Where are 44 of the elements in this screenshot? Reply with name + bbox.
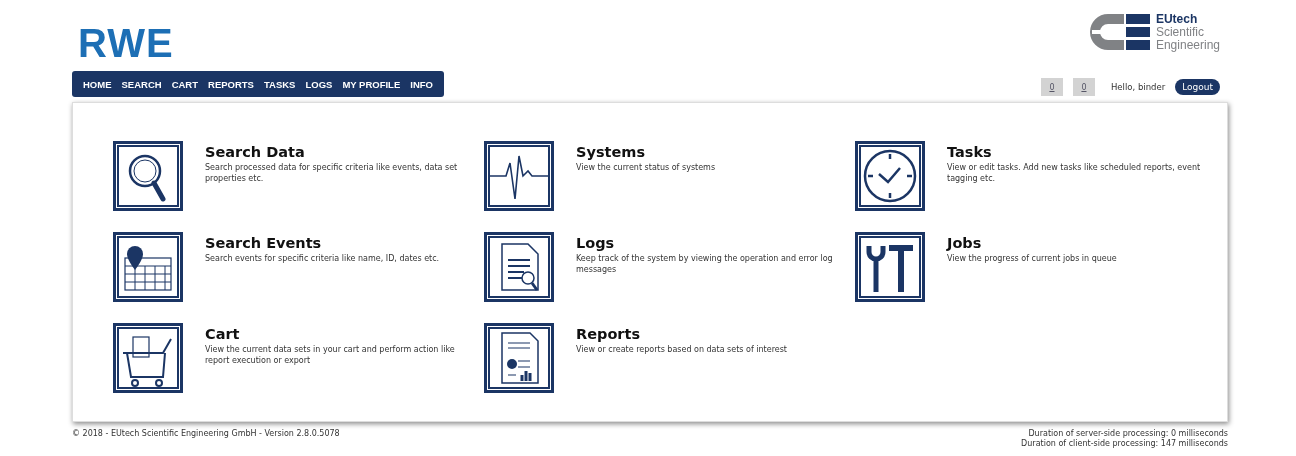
tile-description: Search events for specific criteria like name, ID, dates etc. [205, 253, 441, 264]
partner-name: EUtech [1155, 12, 1199, 26]
tile-description: Keep track of the system by viewing the operation and error log messages [576, 253, 834, 275]
tile-title[interactable]: Reports [576, 326, 836, 342]
timing-text: Duration of server-side processing: 0 milliseconds [1028, 429, 1228, 439]
nav-link[interactable]: TASKS [258, 78, 301, 90]
nav-link[interactable]: MY PROFILE [337, 78, 406, 90]
clock-icon[interactable] [855, 141, 925, 211]
tile-title[interactable]: Logs [576, 235, 836, 251]
tile-title[interactable]: Search Data [205, 144, 465, 160]
tile-title[interactable]: Search Events [205, 235, 465, 251]
tile-description: View or create reports based on data sets of interest [576, 344, 788, 355]
tools-icon[interactable] [855, 232, 925, 302]
tile-title[interactable]: Cart [205, 326, 465, 342]
tile-description: View the progress of current jobs in queue [947, 253, 1118, 264]
tile-title[interactable]: Jobs [947, 235, 1207, 251]
nav-link[interactable]: SEARCH [116, 78, 167, 90]
tile-description: View or edit tasks. Add new tasks like scheduled reports, event tagging etc. [947, 162, 1202, 184]
nav-link[interactable]: CART [166, 78, 203, 90]
report-icon[interactable] [484, 323, 554, 393]
tile-description: Search processed data for specific criteria like events, data set properties etc. [205, 162, 459, 184]
tile-description: View the current status of systems [576, 162, 717, 173]
counter-link[interactable]: 0 [1072, 78, 1095, 96]
partner-name: Engineering [1155, 38, 1220, 52]
nav-link[interactable]: REPORTS [203, 78, 259, 90]
logout-button[interactable]: Logout [1175, 79, 1220, 95]
partner-name: Scientific [1155, 25, 1205, 39]
tile-description: View the current data sets in your cart and perform action like report execution or export [205, 344, 456, 366]
calendar-icon[interactable] [113, 232, 183, 302]
company-logo: RWE [78, 25, 175, 61]
tile-title[interactable]: Systems [576, 144, 836, 160]
greeting: Hello, binder [1110, 82, 1166, 92]
counter-link[interactable]: 0 [1040, 78, 1063, 96]
document-icon[interactable] [484, 232, 554, 302]
timing-text: Duration of client-side processing: 147 milliseconds [1021, 439, 1228, 449]
partner-logo-icon [1087, 12, 1152, 52]
copyright-text: © 2018 - EUtech Scientific Engineering GmbH - Version 2.8.0.5078 [72, 429, 340, 438]
nav-link[interactable]: INFO [405, 78, 438, 90]
nav-link[interactable]: LOGS [300, 78, 338, 90]
tile-title[interactable]: Tasks [947, 144, 1207, 160]
cart-icon[interactable] [113, 323, 183, 393]
magnifier-icon[interactable] [113, 141, 183, 211]
nav-link[interactable]: HOME [78, 78, 117, 90]
pulse-icon[interactable] [484, 141, 554, 211]
